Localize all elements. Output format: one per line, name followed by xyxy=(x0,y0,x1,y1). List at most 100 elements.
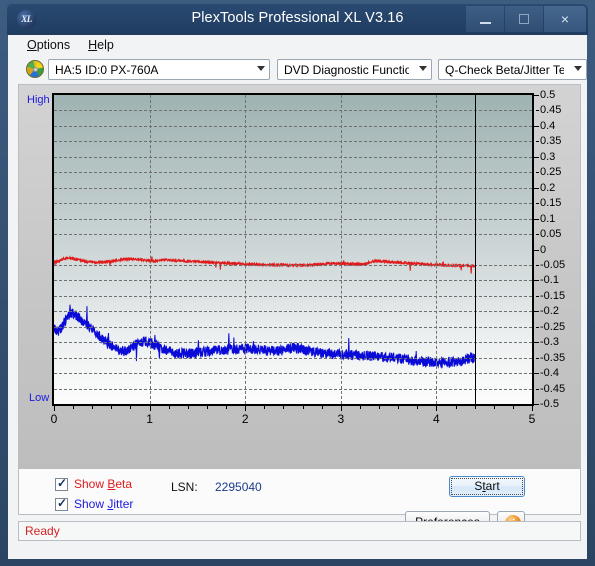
test-select[interactable]: Q-Check Beta/Jitter Test xyxy=(438,59,587,80)
grid-line-horizontal xyxy=(54,141,532,143)
minimize-icon xyxy=(480,22,491,24)
grid-line-horizontal xyxy=(54,357,532,359)
focus-ring xyxy=(451,478,523,495)
window-controls: × xyxy=(465,6,586,33)
status-text: Ready xyxy=(25,524,60,538)
data-end-marker xyxy=(474,95,476,404)
grid-line-vertical xyxy=(245,95,247,404)
minimize-button[interactable] xyxy=(466,6,504,32)
y-tick-mark xyxy=(534,125,539,127)
y-tick-mark xyxy=(534,373,539,375)
x-tick-mark-minor xyxy=(493,406,495,409)
x-tick-mark xyxy=(436,406,438,411)
x-tick-mark-minor xyxy=(379,406,381,409)
menu-help[interactable]: Help xyxy=(79,35,123,55)
x-tick-mark xyxy=(532,406,533,411)
y-tick-mark xyxy=(536,264,539,266)
y-tick-label: 0.4 xyxy=(540,119,556,132)
beta-jitter-chart: High Low 0.5 0.45 0.4 0.35 0.3 0.25 0.2 0.15 0.1… xyxy=(19,85,580,469)
grid-line-horizontal xyxy=(54,388,532,390)
y-tick-mark xyxy=(534,95,539,96)
show-jitter-checkbox[interactable] xyxy=(55,496,68,511)
x-tick-mark-minor xyxy=(321,406,323,409)
y-tick-label: -0.3 xyxy=(540,336,559,349)
x-tick-mark-minor xyxy=(92,406,94,409)
grid-line-horizontal xyxy=(54,110,532,112)
y-tick-label: -0.25 xyxy=(540,320,566,333)
menu-help-accel: H xyxy=(88,38,98,52)
x-tick-mark xyxy=(245,406,247,411)
grid-line-vertical xyxy=(340,95,342,404)
x-tick-mark xyxy=(149,406,151,411)
y-tick-mark xyxy=(534,311,539,313)
y-tick-label: 0.15 xyxy=(540,197,562,210)
y-tick-label: 0.1 xyxy=(540,212,556,225)
x-tick-mark-minor xyxy=(359,406,361,409)
x-tick-mark-minor xyxy=(264,406,266,409)
x-tick-mark-minor xyxy=(187,406,189,409)
y-tick-mark xyxy=(534,156,539,158)
plot-area xyxy=(52,93,534,406)
x-tick-mark-minor xyxy=(512,406,514,409)
show-beta-checkbox[interactable] xyxy=(55,476,68,491)
show-jitter-label: Show Jitter xyxy=(74,497,134,511)
x-tick-mark-minor xyxy=(417,406,419,409)
grid-line-horizontal xyxy=(54,156,532,158)
y-tick-mark xyxy=(534,280,539,282)
grid-line-horizontal xyxy=(54,342,532,344)
x-tick-mark-minor xyxy=(111,406,113,409)
y-tick-label: 0.2 xyxy=(540,181,556,194)
grid-line-vertical xyxy=(436,95,438,404)
close-button[interactable]: × xyxy=(544,6,586,32)
x-tick-label: 5 xyxy=(528,412,536,426)
y-tick-mark xyxy=(536,234,539,236)
y-tick-label: 0.35 xyxy=(540,135,562,148)
y-tick-label: -0.1 xyxy=(540,274,559,287)
drive-select[interactable]: HA:5 ID:0 PX-760A xyxy=(48,59,270,80)
x-tick-mark-minor xyxy=(206,406,208,409)
function-select[interactable]: DVD Diagnostic Functions xyxy=(277,59,432,80)
optical-disc-icon xyxy=(26,60,44,78)
x-tick-label: 0 xyxy=(50,412,58,426)
grid-line-horizontal xyxy=(54,311,532,313)
x-tick-mark-minor xyxy=(226,406,228,409)
y-tick-mark xyxy=(536,203,539,205)
y-tick-label: 0 xyxy=(540,243,547,256)
test-select-value: Q-Check Beta/Jitter Test xyxy=(445,63,564,77)
y-tick-mark xyxy=(534,249,539,251)
y-tick-label: -0.35 xyxy=(540,351,566,364)
y-tick-label: 0.3 xyxy=(540,150,556,163)
maximize-button[interactable] xyxy=(505,6,543,32)
x-tick-mark-minor xyxy=(302,406,304,409)
y-tick-mark xyxy=(536,326,539,328)
grid-line-horizontal xyxy=(54,172,532,174)
close-icon: × xyxy=(560,11,570,27)
y-tick-label: -0.2 xyxy=(540,305,559,318)
axis-label-low: Low xyxy=(29,392,50,404)
y-tick-mark xyxy=(534,404,539,405)
status-bar: Ready xyxy=(18,521,581,541)
toolbar: HA:5 ID:0 PX-760A DVD Diagnostic Functio… xyxy=(18,57,587,83)
y-tick-mark xyxy=(536,110,539,112)
y-tick-label: 0.45 xyxy=(540,104,562,117)
y-tick-label: 0.5 xyxy=(540,89,556,101)
grid-line-horizontal xyxy=(54,218,532,220)
x-tick-label: 1 xyxy=(146,412,153,426)
grid-line-horizontal xyxy=(54,187,532,189)
y-tick-mark xyxy=(536,295,539,297)
y-tick-mark xyxy=(534,187,539,189)
x-tick-mark xyxy=(54,406,55,411)
y-tick-label: 0.05 xyxy=(540,228,562,241)
x-tick-mark-minor xyxy=(455,406,457,409)
grid-line-vertical xyxy=(149,95,151,404)
desktop-background: XL PlexTools Professional XL V3.16 × Opt… xyxy=(0,0,595,566)
menu-options[interactable]: Options xyxy=(18,35,79,55)
x-tick-label: 3 xyxy=(337,412,345,426)
show-beta-label: Show Beta xyxy=(74,477,133,491)
start-button[interactable]: Start xyxy=(449,476,525,497)
window-client-area: Options Help HA:5 ID:0 PX-760A DVD Diagno… xyxy=(8,35,587,559)
maximize-icon xyxy=(519,14,529,24)
x-tick-label: 2 xyxy=(241,412,249,426)
x-tick-mark-minor xyxy=(283,406,285,409)
y-tick-mark xyxy=(536,388,539,390)
